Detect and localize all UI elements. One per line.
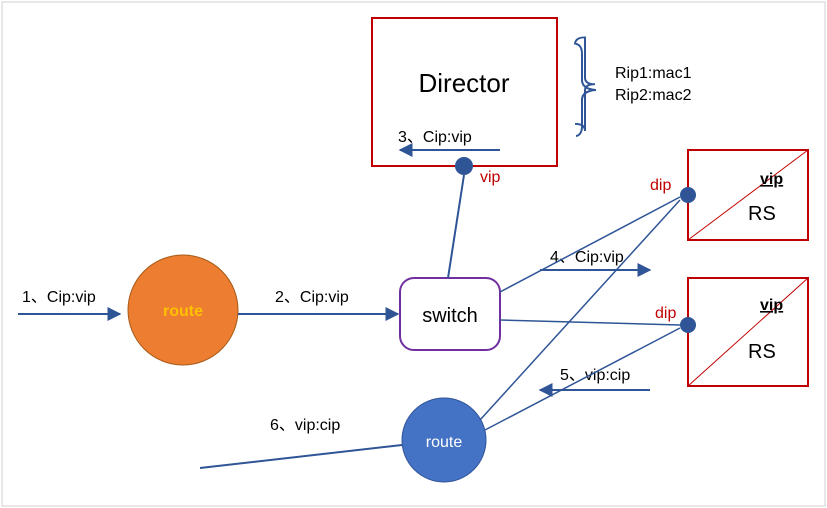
director-switch-link — [448, 175, 464, 278]
rs2-dip-label: dip — [655, 305, 676, 322]
director-vip-port — [455, 157, 473, 175]
director-label: Director — [418, 68, 509, 98]
bracket — [575, 37, 595, 131]
rip1-note: Rip1:mac1 — [615, 65, 692, 82]
switch-label: switch — [422, 305, 478, 327]
step5-label: 5、vip:cip — [560, 367, 630, 384]
rs1-label: RS — [748, 203, 776, 225]
rs2-route-link — [485, 328, 680, 430]
rs2-label: RS — [748, 341, 776, 363]
rs1-dip-port — [680, 187, 696, 203]
rs2-dip-port — [680, 317, 696, 333]
director-vip-label: vip — [480, 169, 501, 186]
rs1-dip-label: dip — [650, 177, 671, 194]
rs2-vip-label: vip — [760, 297, 783, 314]
route-left-label: route — [163, 303, 203, 320]
step3-label: 3、Cip:vip — [398, 129, 472, 146]
step6-label: 6、vip:cip — [270, 417, 340, 434]
rs1-route-link — [480, 200, 680, 420]
network-diagram: Director Rip1:mac1 Rip2:mac2 vip 3、Cip:v… — [0, 0, 827, 508]
step2-label: 2、Cip:vip — [275, 289, 349, 306]
step4-label: 4、Cip:vip — [550, 249, 624, 266]
rs1-vip-label: vip — [760, 171, 783, 188]
step1-label: 1、Cip:vip — [22, 289, 96, 306]
switch-rs2-link — [500, 320, 680, 325]
rip2-note: Rip2:mac2 — [615, 87, 692, 104]
switch-rs1-link — [500, 197, 680, 292]
step6-line — [200, 445, 402, 468]
route-bottom-label: route — [426, 434, 463, 451]
